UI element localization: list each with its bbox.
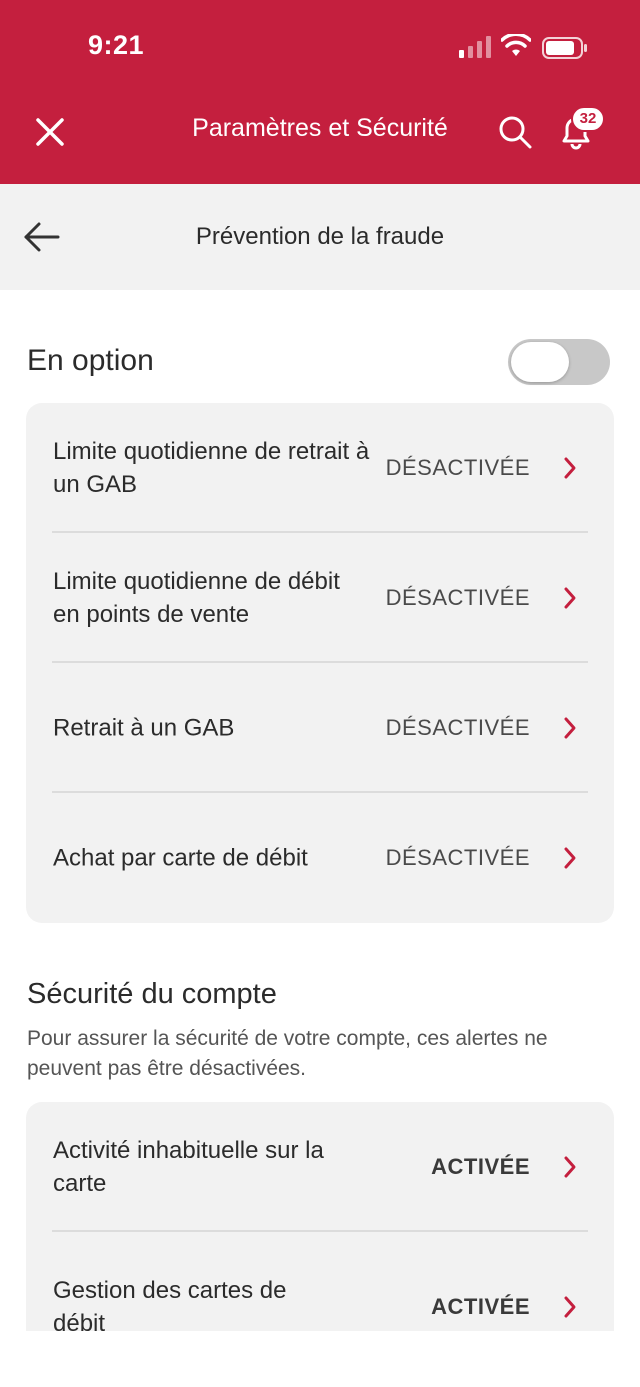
optional-toggle[interactable] bbox=[508, 339, 610, 385]
row-status: DÉSACTIVÉE bbox=[385, 715, 530, 740]
divider bbox=[52, 1230, 588, 1232]
toggle-knob bbox=[511, 342, 569, 382]
battery-icon bbox=[542, 37, 587, 59]
row-label: Limite quotidienne de retrait à un GAB bbox=[53, 438, 370, 498]
status-time: 9:21 bbox=[88, 30, 145, 60]
row-activite-inhabituelle[interactable]: Activité inhabituelle sur la carte ACTIV… bbox=[26, 1102, 614, 1232]
chevron-right-icon bbox=[564, 1156, 576, 1178]
section-title-account-security: Sécurité du compte bbox=[27, 978, 277, 1010]
row-label: Limite quotidienne de débit en points de… bbox=[53, 568, 340, 628]
chevron-right-icon bbox=[564, 1296, 576, 1318]
chevron-right-icon bbox=[564, 457, 576, 479]
close-icon[interactable] bbox=[28, 110, 72, 154]
row-status: DÉSACTIVÉE bbox=[385, 585, 530, 610]
row-status: ACTIVÉE bbox=[431, 1154, 530, 1179]
row-label: Achat par carte de débit bbox=[53, 844, 308, 872]
row-label: Retrait à un GAB bbox=[53, 714, 235, 742]
row-status: DÉSACTIVÉE bbox=[385, 845, 530, 870]
optional-alerts-card: Limite quotidienne de retrait à un GAB D… bbox=[26, 403, 614, 923]
bottom-fade bbox=[0, 1331, 640, 1387]
cellular-signal-icon bbox=[459, 36, 491, 58]
chevron-right-icon bbox=[564, 717, 576, 739]
notification-badge: 32 bbox=[571, 106, 605, 132]
row-retrait-gab[interactable]: Retrait à un GAB DÉSACTIVÉE bbox=[26, 663, 614, 793]
row-label: Activité inhabituelle sur la carte bbox=[53, 1137, 324, 1197]
section-description: Pour assurer la sécurité de votre compte… bbox=[27, 1027, 548, 1080]
subheader-title: Prévention de la fraude bbox=[195, 223, 445, 250]
wifi-icon bbox=[501, 34, 531, 56]
top-app-bar: 9:21 Paramètres et Sécurité 32 bbox=[0, 0, 640, 184]
row-status: ACTIVÉE bbox=[431, 1294, 530, 1319]
search-icon[interactable] bbox=[497, 114, 533, 150]
row-limite-debit-pdv[interactable]: Limite quotidienne de débit en points de… bbox=[26, 533, 614, 663]
row-status: DÉSACTIVÉE bbox=[385, 455, 530, 480]
page-title: Paramètres et Sécurité bbox=[192, 114, 448, 142]
chevron-right-icon bbox=[564, 847, 576, 869]
chevron-right-icon bbox=[564, 587, 576, 609]
back-arrow-icon[interactable] bbox=[22, 220, 62, 254]
row-achat-carte-debit[interactable]: Achat par carte de débit DÉSACTIVÉE bbox=[26, 793, 614, 923]
section-title-optional: En option bbox=[27, 344, 154, 377]
row-limite-retrait-gab[interactable]: Limite quotidienne de retrait à un GAB D… bbox=[26, 403, 614, 533]
